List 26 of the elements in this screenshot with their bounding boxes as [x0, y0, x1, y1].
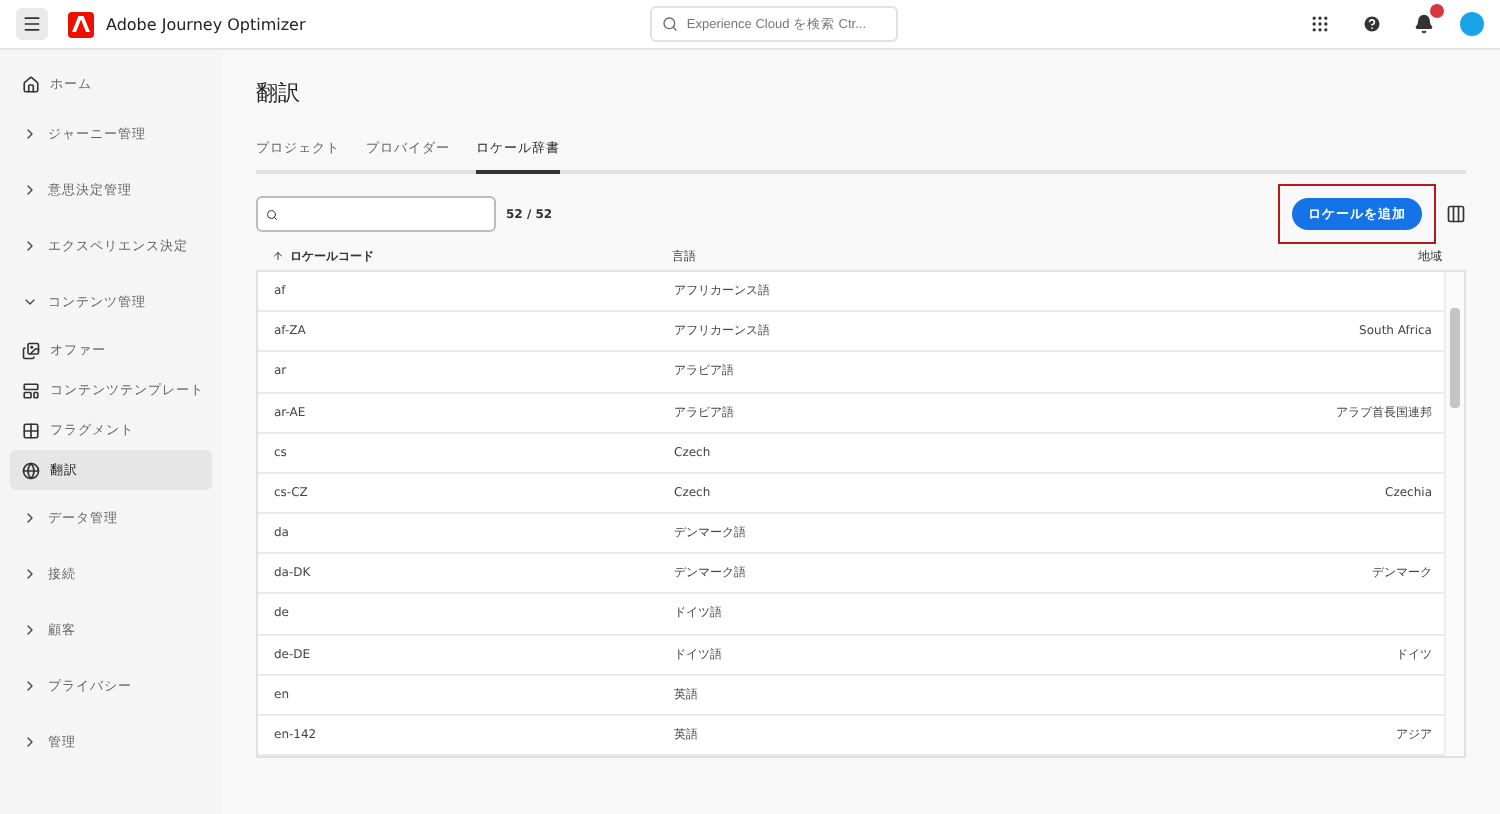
chevron-icon: [22, 510, 38, 526]
chevron-icon: [22, 566, 38, 582]
chevron-icon: [22, 622, 38, 638]
search-field[interactable]: [256, 196, 496, 232]
page-title: 翻訳: [256, 78, 302, 110]
home-icon: [22, 75, 40, 93]
chevron-icon: [22, 734, 38, 750]
search-icon: [266, 205, 278, 223]
grid-icon: [22, 421, 40, 439]
globe-icon: [22, 461, 40, 479]
menu-icon: [22, 14, 42, 34]
app-name: Adobe Journey Optimizer: [106, 15, 306, 33]
logo-icon: [68, 11, 94, 37]
search-icon: [662, 16, 679, 32]
scrollbar[interactable]: [1444, 272, 1464, 756]
avatar[interactable]: [1460, 12, 1484, 36]
chevron-icon: [22, 182, 38, 198]
chevron-icon: [22, 294, 38, 310]
images-icon: [22, 341, 40, 359]
sort-icon: [272, 250, 284, 262]
chevron-icon: [22, 678, 38, 694]
chevron-icon: [22, 238, 38, 254]
columns-icon[interactable]: [1446, 204, 1466, 224]
layout-icon: [22, 381, 40, 399]
chevron-icon: [22, 126, 38, 142]
menu-button[interactable]: [16, 8, 48, 40]
